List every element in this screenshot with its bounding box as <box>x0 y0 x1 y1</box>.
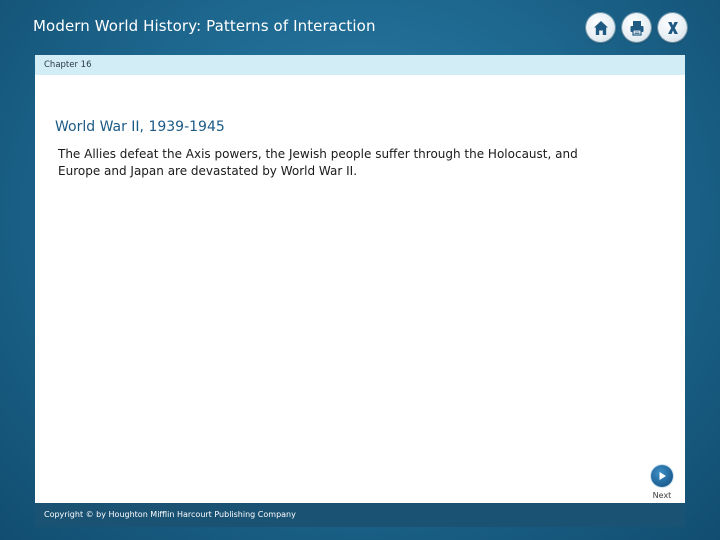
print-icon <box>630 20 643 36</box>
chapter-bar: Chapter 16 <box>35 55 685 75</box>
app-title: Modern World History: Patterns of Intera… <box>33 17 376 35</box>
section-summary: The Allies defeat the Axis powers, the J… <box>58 147 578 178</box>
home-icon <box>593 20 608 35</box>
close-icon <box>667 21 678 34</box>
play-arrow-icon <box>659 472 666 480</box>
content-panel: World War II, 1939-1945 The Allies defea… <box>35 75 685 503</box>
close-button[interactable] <box>658 13 687 42</box>
next-label: Next <box>652 491 672 500</box>
section-heading: World War II, 1939-1945 <box>55 119 225 135</box>
home-button[interactable] <box>586 13 615 42</box>
next-button[interactable] <box>651 465 673 487</box>
toolbar <box>586 13 687 42</box>
print-button[interactable] <box>622 13 651 42</box>
footer-copyright: Copyright © by Houghton Mifflin Harcourt… <box>35 503 685 527</box>
